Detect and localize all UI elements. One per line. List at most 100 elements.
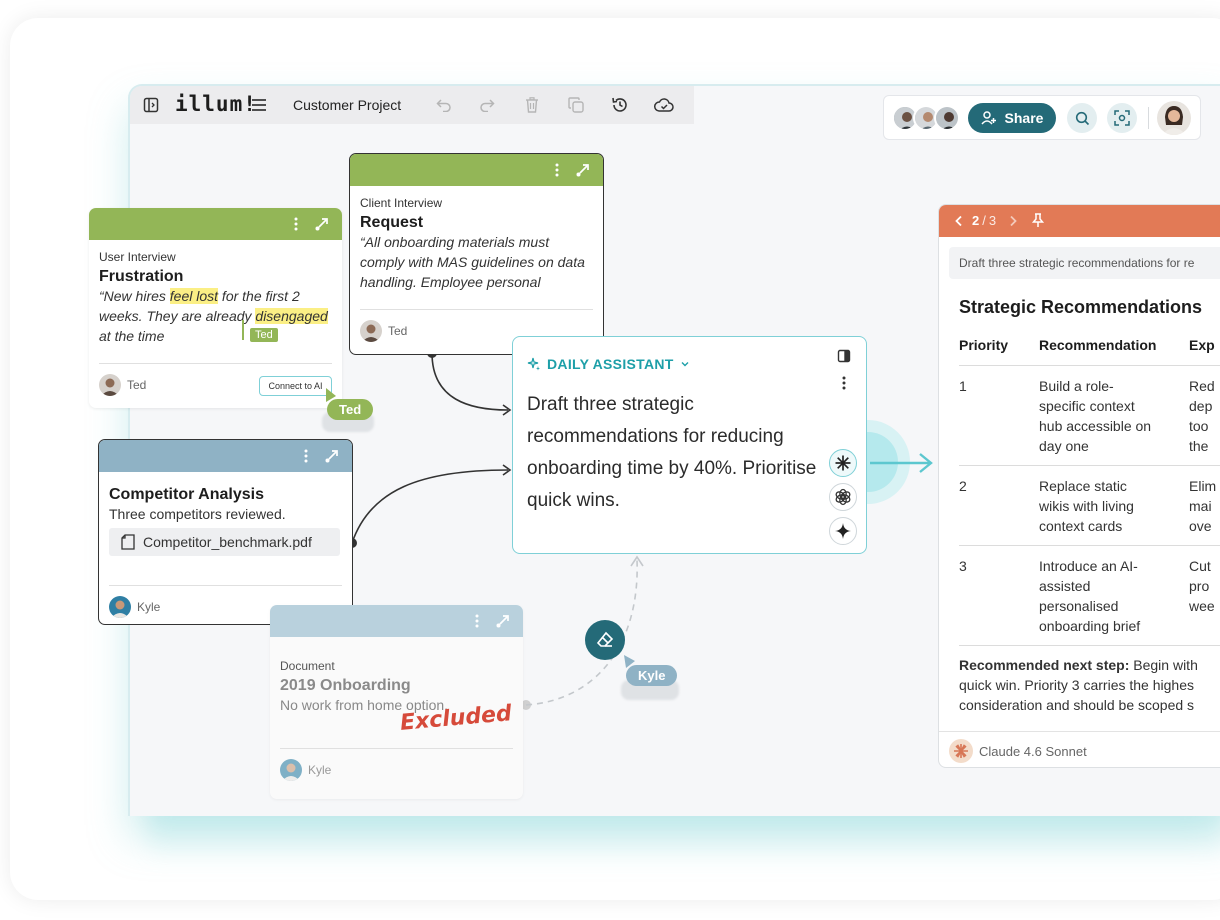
redo-icon[interactable] — [476, 94, 498, 116]
card-header[interactable] — [99, 440, 352, 472]
assistant-title: DAILY ASSISTANT — [547, 356, 674, 372]
claude-badge — [949, 739, 973, 763]
panel-toggle-icon[interactable] — [837, 349, 851, 363]
assistant-prompt[interactable]: Draft three strategic recommendations fo… — [527, 389, 817, 517]
file-icon — [121, 534, 135, 550]
connect-icon[interactable] — [314, 216, 330, 232]
table-divider — [959, 645, 1220, 646]
card-subtitle: Three competitors reviewed. — [109, 506, 286, 522]
client-interview-card[interactable]: Client Interview Request “All onboarding… — [349, 153, 604, 355]
card-title: Request — [360, 214, 424, 231]
connect-icon[interactable] — [324, 448, 340, 464]
card-quote: “New hires feel lost for the first 2 wee… — [99, 288, 328, 344]
priority-cell: 2 — [959, 478, 967, 494]
chevron-down-icon — [681, 362, 689, 367]
more-options-icon[interactable] — [550, 162, 564, 178]
cloud-sync-icon[interactable] — [653, 94, 675, 116]
add-user-icon — [980, 111, 996, 125]
model-label: Claude 4.6 Sonnet — [949, 739, 1087, 763]
next-step-text: Recommended next step: Begin with quick … — [959, 657, 1198, 713]
avatar — [109, 596, 131, 618]
prompt-preview[interactable]: Draft three strategic recommendations fo… — [949, 247, 1220, 279]
connection-line — [431, 352, 509, 411]
user-avatar[interactable] — [1157, 101, 1191, 135]
card-footer: Kyle — [280, 748, 513, 781]
chevron-right-icon[interactable] — [1008, 215, 1018, 227]
assistant-selector[interactable]: DAILY ASSISTANT — [527, 356, 690, 372]
connect-to-ai-button[interactable]: Connect to AI — [259, 376, 332, 396]
more-options-icon[interactable] — [299, 448, 313, 464]
expected-impact-cell: Elim mai ove — [1189, 478, 1217, 534]
competitor-analysis-card[interactable]: Competitor Analysis Three competitors re… — [98, 439, 353, 625]
more-options-icon[interactable] — [837, 375, 851, 391]
eraser-icon — [596, 631, 614, 647]
gemini-icon — [835, 523, 851, 539]
file-attachment[interactable]: Competitor_benchmark.pdf — [109, 528, 340, 556]
highlight[interactable]: disengaged — [255, 308, 328, 324]
card-title: 2019 Onboarding — [280, 677, 411, 694]
sidebar-toggle-icon[interactable] — [140, 94, 162, 116]
output-footer: Claude 4.6 Sonnet — [939, 731, 1220, 767]
column-header: Recommendation — [1039, 337, 1157, 353]
priority-cell: 1 — [959, 378, 967, 394]
share-button[interactable]: Share — [968, 103, 1056, 133]
highlight[interactable]: feel lost — [169, 288, 219, 304]
pager-total: 3 — [988, 213, 997, 228]
collaborator-avatar[interactable] — [934, 105, 960, 131]
more-options-icon[interactable] — [470, 613, 484, 629]
focus-button[interactable] — [1107, 103, 1137, 133]
recommendation-cell: Build a role-specific context hub accessi… — [1039, 378, 1152, 454]
avatar — [360, 320, 382, 342]
connect-icon[interactable] — [495, 613, 511, 629]
table-row[interactable]: 2 Replace static wikis with living context… — [959, 465, 1220, 545]
connect-icon[interactable] — [575, 162, 591, 178]
gemini-model-button[interactable] — [829, 517, 857, 545]
expected-impact-cell: Cut pro wee — [1189, 558, 1215, 614]
pager-current: 2 — [972, 213, 980, 228]
card-header[interactable] — [350, 154, 603, 186]
connection-line — [351, 469, 509, 544]
openai-model-button[interactable] — [829, 483, 857, 511]
card-header[interactable] — [270, 605, 523, 637]
app-logo: illum! — [175, 92, 257, 116]
more-options-icon[interactable] — [289, 216, 303, 232]
divider — [1148, 107, 1149, 129]
pager: 2 / 3 — [972, 213, 996, 228]
focus-frame-icon — [1114, 110, 1130, 126]
card-type: Client Interview — [360, 196, 443, 210]
daily-assistant-node[interactable]: DAILY ASSISTANT Draft three strategic re… — [512, 336, 867, 554]
search-button[interactable] — [1067, 103, 1097, 133]
user-interview-card[interactable]: User Interview Frustration “New hires fe… — [89, 208, 342, 408]
output-header: 2 / 3 — [939, 205, 1220, 237]
menu-icon[interactable] — [248, 94, 270, 116]
ted-cursor-tag: Ted — [327, 399, 374, 420]
history-icon[interactable] — [609, 94, 631, 116]
openai-icon — [835, 488, 851, 506]
sparkle-icon — [527, 357, 540, 371]
output-panel[interactable]: 2 / 3 Draft three strategic recommendati… — [938, 204, 1220, 768]
card-header[interactable] — [89, 208, 342, 240]
table-row[interactable]: 3 Introduce an AI-assisted personalised on… — [959, 545, 1220, 645]
priority-cell: 3 — [959, 558, 967, 574]
trash-icon[interactable] — [521, 94, 543, 116]
claude-icon — [835, 455, 851, 471]
pin-icon[interactable] — [1032, 213, 1044, 228]
document-card-excluded[interactable]: Document 2019 Onboarding No work from ho… — [270, 605, 523, 799]
avatar — [99, 374, 121, 396]
text-cursor — [242, 320, 244, 340]
project-title[interactable]: Customer Project — [293, 97, 401, 113]
table-row[interactable]: 1 Build a role-specific context hub acces… — [959, 365, 1220, 454]
pager-separator: / — [982, 213, 986, 228]
claude-icon — [954, 744, 968, 758]
chevron-left-icon[interactable] — [954, 215, 964, 227]
collaboration-bar: Share — [883, 95, 1201, 140]
claude-model-button[interactable] — [829, 449, 857, 477]
share-label: Share — [1004, 110, 1044, 126]
recommendation-cell: Introduce an AI-assisted personalised onbo… — [1039, 558, 1141, 634]
duplicate-icon[interactable] — [565, 94, 587, 116]
recommendation-cell: Replace static wikis with living context c… — [1039, 478, 1134, 534]
user-name: Kyle — [308, 763, 332, 777]
avatar — [280, 759, 302, 781]
undo-icon[interactable] — [433, 94, 455, 116]
eraser-button[interactable] — [585, 620, 625, 660]
